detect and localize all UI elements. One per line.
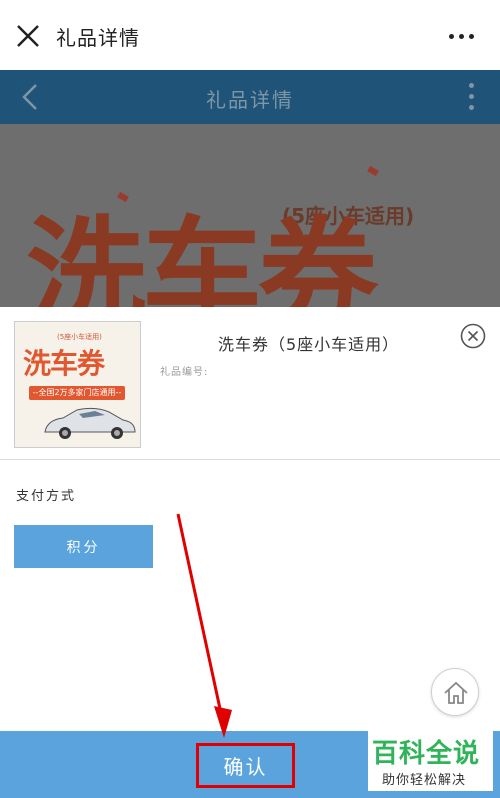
product-summary: (5座小车适用) 洗车券 --全国2万多家门店通用-- 洗车券（5座小车适用） … xyxy=(0,307,500,460)
watermark-tagline: 助你轻松解决 xyxy=(382,773,467,788)
vertical-dots-icon[interactable] xyxy=(469,83,474,110)
app-title: 礼品详情 xyxy=(56,26,140,50)
payment-method-label: 支付方式 xyxy=(16,489,77,504)
thumb-subtitle: (5座小车适用) xyxy=(57,333,102,341)
banner-headline: 洗车券 xyxy=(26,206,378,308)
confirm-button[interactable]: 确认 xyxy=(196,743,295,788)
purchase-sheet: (5座小车适用) 洗车券 --全国2万多家门店通用-- 洗车券（5座小车适用） … xyxy=(0,307,500,731)
annotation-arrow-icon xyxy=(176,513,232,738)
thumb-headline: 洗车券 xyxy=(23,347,105,380)
decor-fleck xyxy=(367,165,379,177)
page-header: 礼品详情 xyxy=(0,70,500,124)
watermark-brand: 百科全说 xyxy=(372,739,481,769)
close-circle-icon[interactable] xyxy=(460,323,486,349)
close-icon[interactable] xyxy=(14,22,42,50)
thumb-band: --全国2万多家门店通用-- xyxy=(29,386,125,400)
watermark: 百科全说 助你轻松解决 xyxy=(368,731,493,791)
app-bar: 礼品详情 xyxy=(0,0,500,70)
product-code-label: 礼品编号: xyxy=(160,367,209,378)
home-icon xyxy=(444,681,468,704)
decor-fleck xyxy=(117,191,129,203)
page-title: 礼品详情 xyxy=(206,88,294,112)
gift-banner: (5座小车适用) 洗车券 xyxy=(0,124,500,307)
car-image-icon xyxy=(44,407,136,439)
points-payment-button[interactable]: 积分 xyxy=(14,525,153,568)
more-dots-icon[interactable] xyxy=(449,34,474,39)
home-button[interactable] xyxy=(431,668,479,716)
product-thumbnail: (5座小车适用) 洗车券 --全国2万多家门店通用-- xyxy=(14,321,141,448)
product-name: 洗车券（5座小车适用） xyxy=(218,335,400,354)
